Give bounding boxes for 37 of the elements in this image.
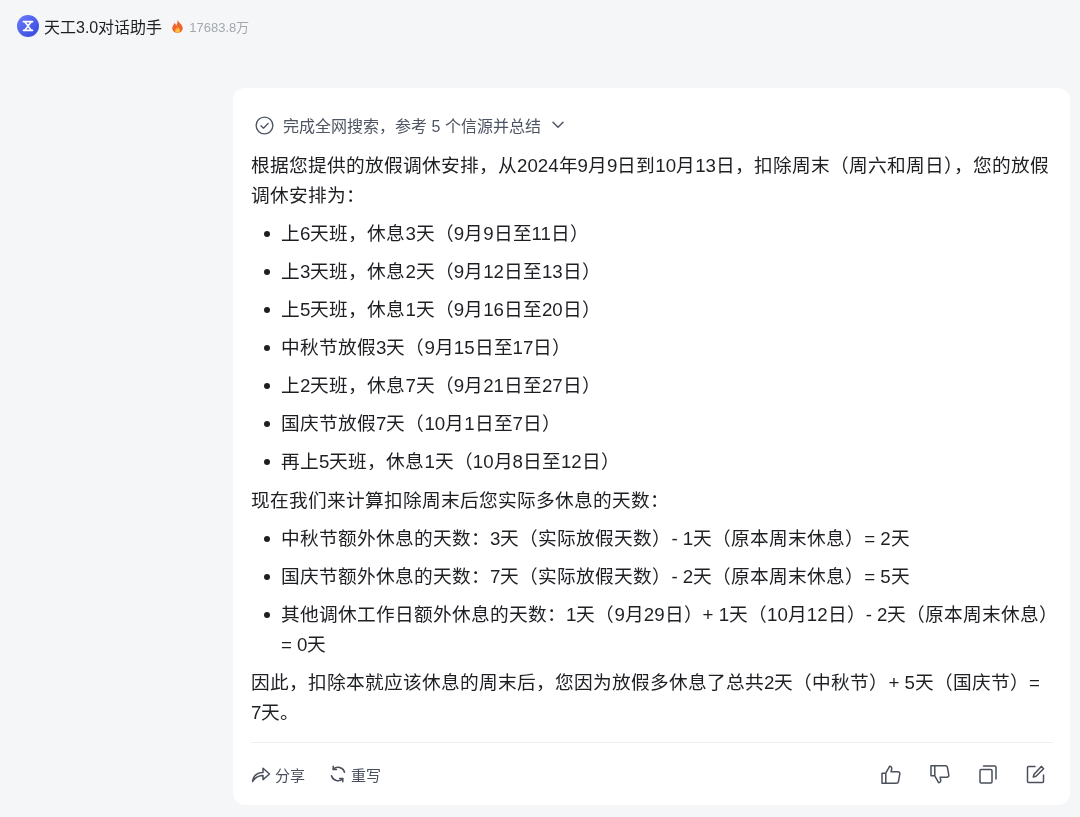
bullet-icon — [264, 383, 270, 389]
list-item-text: 再上5天班，休息1天（10月8日至12日） — [281, 450, 620, 474]
bullet-icon — [264, 612, 270, 618]
thumbs-up-icon[interactable] — [881, 764, 901, 784]
copy-icon[interactable] — [979, 764, 997, 784]
rewrite-button[interactable]: 重写 — [329, 763, 381, 785]
bullet-icon — [264, 345, 270, 351]
list-item-text: 中秋节放假3天（9月15日至17日） — [281, 336, 572, 360]
list-item-text: 中秋节额外休息的天数：3天（实际放假天数）- 1天（原本周末休息）= 2天 — [281, 527, 910, 551]
bullet-icon — [264, 231, 270, 237]
search-status-toggle[interactable]: 完成全网搜索，参考 5 个信源并总结 — [251, 114, 564, 136]
list-item-text: 其他调休工作日额外休息的天数：1天（9月29日）+ 1天（10月12日）- 2天（原本周末休息）= 0天 — [281, 603, 1051, 657]
bullet-icon — [264, 459, 270, 465]
usage-count: 17683.8万 — [189, 18, 250, 36]
list-item-text: 上6天班，休息3天（9月9日至11日） — [281, 222, 589, 246]
list-item-text: 上2天班，休息7天（9月21日至27日） — [281, 374, 601, 398]
logo-icon — [17, 15, 39, 37]
share-icon — [251, 765, 271, 783]
list-item-text: 国庆节放假7天（10月1日至7日） — [281, 412, 561, 436]
assistant-title: 天工3.0对话助手 — [44, 18, 163, 38]
bullet-icon — [264, 269, 270, 275]
list-item-text: 上3天班，休息2天（9月12日至13日） — [281, 260, 601, 284]
bullet-icon — [264, 421, 270, 427]
flame-icon — [172, 19, 184, 33]
check-circle-icon — [255, 115, 274, 135]
list-item-text: 国庆节额外休息的天数：7天（实际放假天数）- 2天（原本周末休息）= 5天 — [281, 565, 910, 589]
bullet-icon — [264, 536, 270, 542]
edit-icon[interactable] — [1026, 764, 1045, 784]
list-item-text: 上5天班，休息1天（9月16日至20日） — [281, 298, 601, 322]
refresh-icon — [329, 765, 347, 783]
share-button[interactable]: 分享 — [251, 763, 305, 785]
bullet-icon — [264, 574, 270, 580]
bullet-icon — [264, 307, 270, 313]
answer-paragraph: 现在我们来计算扣除周末后您实际多休息的天数： — [251, 488, 670, 513]
answer-paragraph: 根据您提供的放假调休安排，从2024年9月9日到10月13日，扣除周末（周六和周日），您的放假调休安排为： — [251, 154, 1050, 208]
thumbs-down-icon[interactable] — [930, 764, 950, 784]
answer-paragraph: 因此，扣除本就应该休息的周末后，您因为放假多休息了总共2天（中秋节）+ 5天（国庆节）= 7天。 — [251, 671, 1041, 725]
